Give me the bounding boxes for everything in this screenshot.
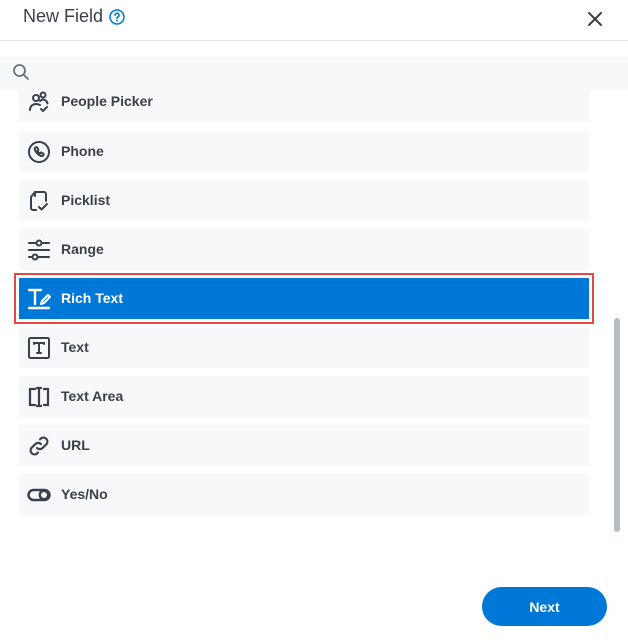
list-item-text-area[interactable]: Text Area <box>19 376 589 417</box>
people-picker-icon <box>29 91 49 113</box>
item-label: Rich Text <box>61 290 123 306</box>
list-item-picklist[interactable]: Picklist <box>19 180 589 221</box>
list-item-phone[interactable]: Phone <box>19 131 589 172</box>
list-item-yes-no[interactable]: Yes/No <box>19 474 589 515</box>
item-label: Yes/No <box>61 486 108 502</box>
search-bar <box>0 57 628 89</box>
phone-icon <box>28 141 50 163</box>
toggle-icon <box>27 488 51 502</box>
list-scrollbar[interactable] <box>614 318 620 532</box>
item-label: Range <box>61 241 104 257</box>
item-label: URL <box>61 437 90 453</box>
dialog-header: New Field <box>0 0 628 41</box>
range-sliders-icon <box>28 239 50 261</box>
item-label: Text Area <box>61 388 124 404</box>
list-item-range[interactable]: Range <box>19 229 589 270</box>
item-label: Picklist <box>61 192 111 208</box>
dialog-title: New Field <box>23 6 104 26</box>
list-item-text[interactable]: Text <box>19 327 589 368</box>
link-icon <box>29 436 49 456</box>
item-label: Text <box>61 339 89 355</box>
item-label: Phone <box>61 143 104 159</box>
question-circle-icon[interactable] <box>109 9 125 25</box>
search-input[interactable] <box>38 61 602 87</box>
close-icon[interactable] <box>586 10 604 28</box>
list-item-people-picker[interactable]: People Picker <box>19 89 589 122</box>
picklist-icon <box>30 191 48 211</box>
next-button[interactable]: Next <box>482 587 607 626</box>
field-type-list: People Picker Phone Picklist Range Rich … <box>0 89 600 529</box>
list-item-rich-text[interactable]: Rich Text <box>14 273 594 324</box>
item-label: People Picker <box>61 93 153 109</box>
search-icon <box>13 64 29 80</box>
rich-text-icon <box>27 288 51 310</box>
list-item-url[interactable]: URL <box>19 425 589 466</box>
text-icon <box>28 337 50 359</box>
text-area-icon <box>28 386 50 408</box>
